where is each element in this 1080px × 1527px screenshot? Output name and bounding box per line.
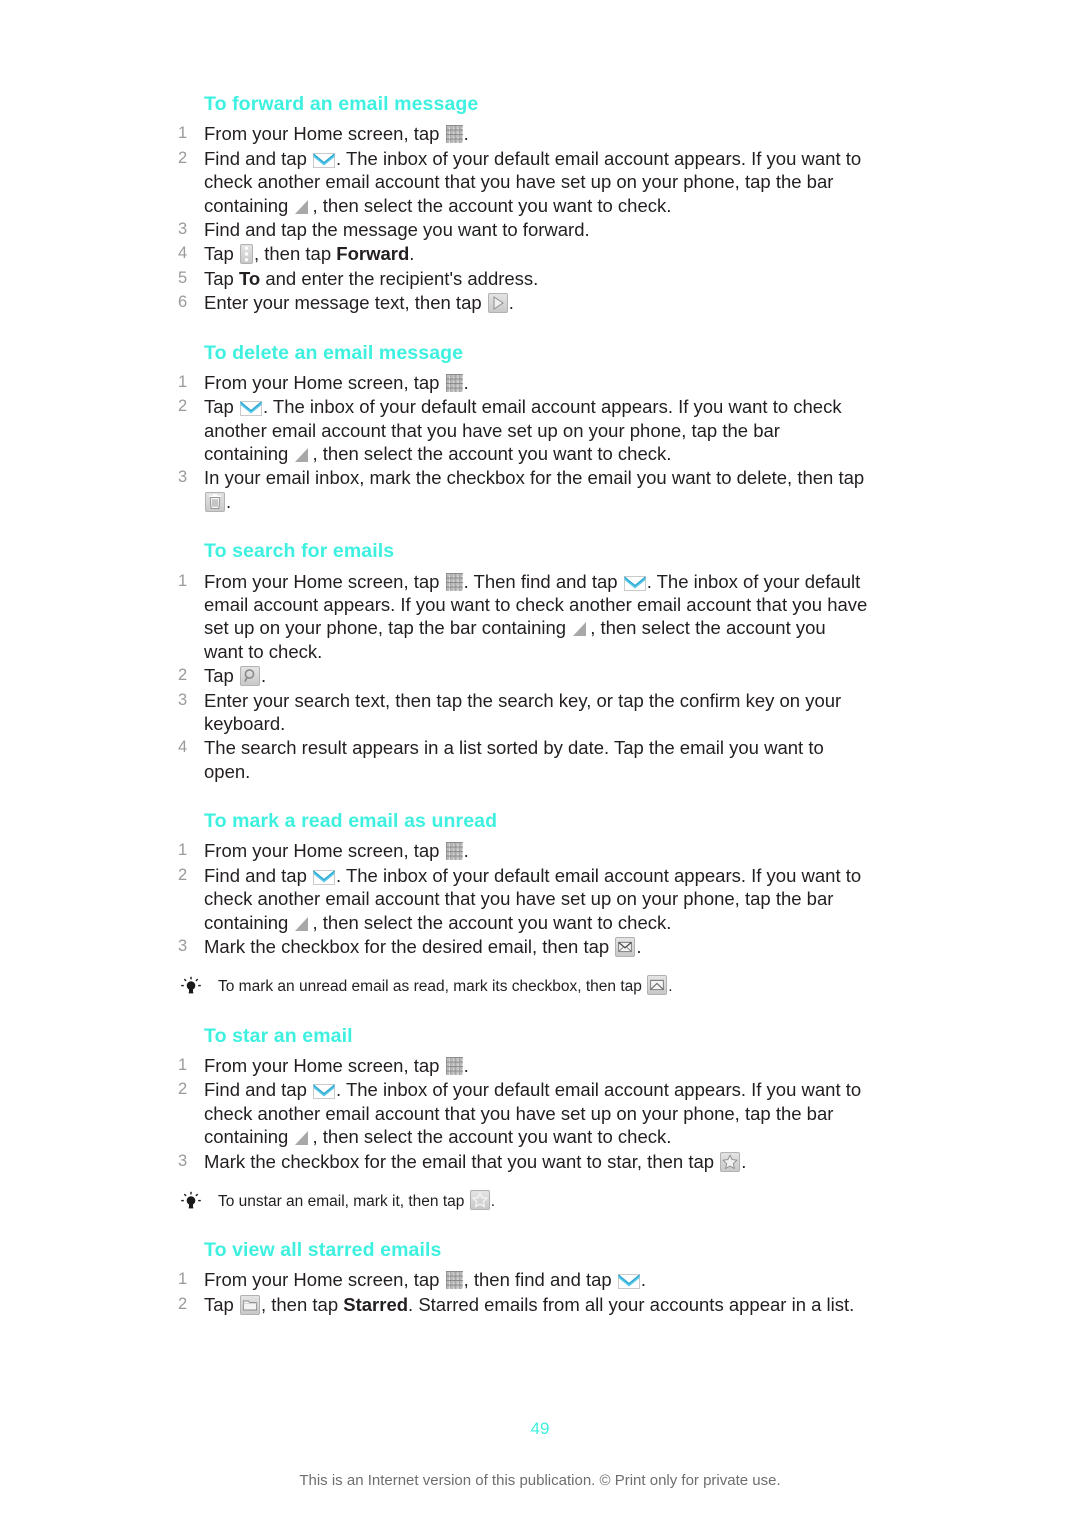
step-item: Find and tap . The inbox of your default…	[178, 147, 862, 216]
section-heading-search-emails: To search for emails	[204, 540, 395, 563]
step-list: From your Home screen, tap , then find a…	[178, 1268, 868, 1316]
step-item: Tap To and enter the recipient's address…	[178, 267, 539, 291]
step-item: Tap , then tap Forward.	[178, 242, 415, 266]
section-heading-view-starred-emails: To view all starred emails	[204, 1239, 442, 1262]
section-view-starred-emails: To view all starred emails From your Home…	[178, 1238, 868, 1317]
step-list: From your Home screen, tap . Find and tap…	[178, 839, 868, 958]
tip-note: To mark an unread email as read, mark it…	[178, 975, 868, 997]
mark-read-icon	[647, 975, 668, 996]
page-number: 49	[530, 1419, 550, 1438]
envelope-icon	[623, 575, 646, 591]
section-delete-email: To delete an email message From your Home…	[178, 341, 868, 514]
dropdown-triangle-icon	[573, 621, 588, 637]
mark-unread-icon	[615, 937, 636, 958]
step-item: The search result appears in a list sort…	[178, 736, 824, 782]
step-item: From your Home screen, tap . Then find a…	[178, 570, 868, 662]
manual-page: To forward an email message From your Hom…	[0, 0, 1080, 1527]
folder-icon	[239, 1294, 260, 1315]
dropdown-triangle-icon	[295, 1130, 310, 1146]
step-item: From your Home screen, tap .	[178, 1054, 469, 1078]
envelope-icon	[239, 401, 262, 417]
app-drawer-grid-icon	[445, 1271, 463, 1290]
step-item: Enter your message text, then tap .	[178, 291, 514, 315]
envelope-icon	[617, 1274, 640, 1290]
envelope-icon	[313, 152, 335, 168]
step-list: From your Home screen, tap . Tap . The in…	[178, 371, 868, 513]
emphasis-text: To	[238, 267, 261, 289]
section-mark-read-as-unread: To mark a read email as unread From your …	[178, 809, 868, 997]
dropdown-triangle-icon	[295, 447, 310, 463]
envelope-icon	[313, 1084, 335, 1100]
step-item: Tap . The inbox of your default email ac…	[178, 395, 842, 465]
section-star-email: To star an email From your Home screen, t…	[178, 1024, 868, 1212]
search-icon	[239, 666, 260, 687]
send-arrow-icon	[487, 293, 508, 314]
step-item: From your Home screen, tap .	[178, 371, 469, 395]
tip-lightbulb-icon	[180, 1191, 202, 1219]
section-heading-forward-email: To forward an email message	[204, 93, 479, 115]
dropdown-triangle-icon	[295, 916, 310, 931]
step-item: From your Home screen, tap .	[178, 839, 469, 863]
step-list: From your Home screen, tap . Find and tap…	[178, 1054, 868, 1173]
section-search-emails: To search for emails From your Home scree…	[178, 539, 868, 783]
star-filled-icon	[720, 1151, 741, 1172]
app-drawer-grid-icon	[445, 842, 463, 861]
section-forward-email: To forward an email message From your Hom…	[178, 92, 868, 315]
step-item: Tap , then tap Starred. Starred emails f…	[178, 1293, 855, 1317]
step-item: Tap .	[178, 664, 267, 688]
step-item: Find and tap . The inbox of your default…	[178, 864, 862, 933]
step-item: In your email inbox, mark the checkbox f…	[178, 466, 865, 512]
tip-lightbulb-icon	[180, 976, 202, 1004]
section-heading-mark-read-as-unread: To mark a read email as unread	[204, 810, 498, 833]
step-list: From your Home screen, tap . Then find a…	[178, 570, 868, 784]
tip-note: To unstar an email, mark it, then tap .	[178, 1189, 868, 1212]
app-drawer-grid-icon	[445, 373, 463, 392]
dropdown-triangle-icon	[295, 199, 310, 214]
step-list: From your Home screen, tap . Find and tap…	[178, 122, 868, 315]
star-outline-icon	[469, 1189, 490, 1210]
section-heading-star-email: To star an email	[204, 1024, 353, 1047]
step-item: Mark the checkbox for the email that you…	[178, 1150, 747, 1174]
step-item: From your Home screen, tap , then find a…	[178, 1268, 646, 1292]
tip-text: To unstar an email, mark it, then tap .	[218, 1189, 495, 1210]
step-item: Mark the checkbox for the desired email,…	[178, 935, 642, 959]
footer-note: This is an Internet version of this publ…	[299, 1472, 781, 1489]
step-item: Find and tap . The inbox of your default…	[178, 1078, 862, 1148]
step-item: From your Home screen, tap .	[178, 122, 469, 146]
envelope-icon	[313, 869, 335, 885]
trash-icon	[205, 491, 225, 512]
emphasis-text: Forward	[336, 243, 410, 265]
more-options-icon	[239, 244, 253, 265]
section-heading-delete-email: To delete an email message	[204, 341, 464, 364]
step-item: Enter your search text, then tap the sea…	[178, 689, 842, 734]
tip-text: To mark an unread email as read, mark it…	[218, 975, 673, 996]
step-item: Find and tap the message you want to for…	[178, 218, 590, 242]
page-content: To forward an email message From your Hom…	[178, 92, 868, 1342]
app-drawer-grid-icon	[445, 1056, 463, 1075]
app-drawer-grid-icon	[445, 125, 463, 144]
app-drawer-grid-icon	[445, 572, 463, 591]
emphasis-text: Starred	[343, 1293, 409, 1315]
